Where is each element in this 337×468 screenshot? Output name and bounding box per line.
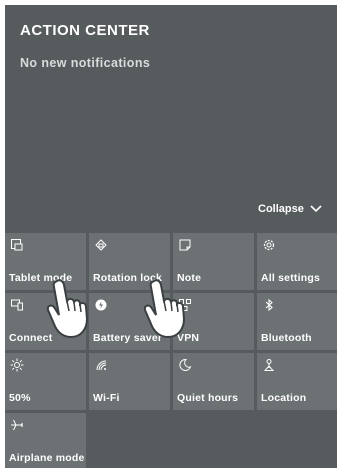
tile-label: 50% (9, 392, 31, 404)
tile-label: Note (177, 272, 202, 284)
tile-vpn[interactable]: VPN (173, 293, 254, 350)
tile-airplane-mode[interactable]: Airplane mode (5, 413, 86, 468)
brightness-icon (10, 358, 24, 372)
tile-location[interactable]: Location (257, 353, 337, 410)
tile-label: Airplane mode (9, 452, 85, 464)
tile-label: Connect (9, 332, 53, 344)
tile-tablet-mode[interactable]: Tablet mode (5, 233, 86, 290)
tile-brightness[interactable]: 50% (5, 353, 86, 410)
tile-label: Wi-Fi (93, 392, 120, 404)
tile-label: All settings (261, 272, 320, 284)
tile-label: Battery saver (93, 332, 163, 344)
tablet-mode-icon (10, 238, 24, 252)
tile-rotation-lock[interactable]: Rotation lock (89, 233, 170, 290)
tile-connect[interactable]: Connect (5, 293, 86, 350)
collapse-button[interactable]: Collapse (258, 203, 322, 215)
tile-label: Quiet hours (177, 392, 239, 404)
tile-label: VPN (177, 332, 200, 344)
tile-all-settings[interactable]: All settings (257, 233, 337, 290)
wifi-icon (94, 358, 108, 372)
tile-label: Rotation lock (93, 272, 163, 284)
chevron-down-icon (310, 205, 322, 213)
tile-label: Location (261, 392, 307, 404)
action-center-title: ACTION CENTER (20, 22, 150, 39)
tile-bluetooth[interactable]: Bluetooth (257, 293, 337, 350)
action-center-panel: ACTION CENTER No new notifications Colla… (5, 5, 337, 468)
no-notifications-message: No new notifications (20, 56, 151, 70)
moon-icon (178, 358, 192, 372)
battery-saver-icon (94, 298, 108, 312)
tile-note[interactable]: Note (173, 233, 254, 290)
quick-actions-grid: Tablet mode Rotation lock Note All setti… (5, 233, 337, 468)
tile-quiet-hours[interactable]: Quiet hours (173, 353, 254, 410)
tile-battery-saver[interactable]: Battery saver (89, 293, 170, 350)
tile-label: Tablet mode (9, 272, 73, 284)
rotation-lock-icon (94, 238, 108, 252)
vpn-icon (178, 298, 192, 312)
location-icon (262, 358, 276, 372)
connect-icon (10, 298, 24, 312)
note-icon (178, 238, 192, 252)
tile-label: Bluetooth (261, 332, 312, 344)
bluetooth-icon (262, 298, 276, 312)
airplane-icon (10, 418, 24, 432)
collapse-label: Collapse (258, 203, 304, 215)
gear-icon (262, 238, 276, 252)
tile-wifi[interactable]: Wi-Fi (89, 353, 170, 410)
